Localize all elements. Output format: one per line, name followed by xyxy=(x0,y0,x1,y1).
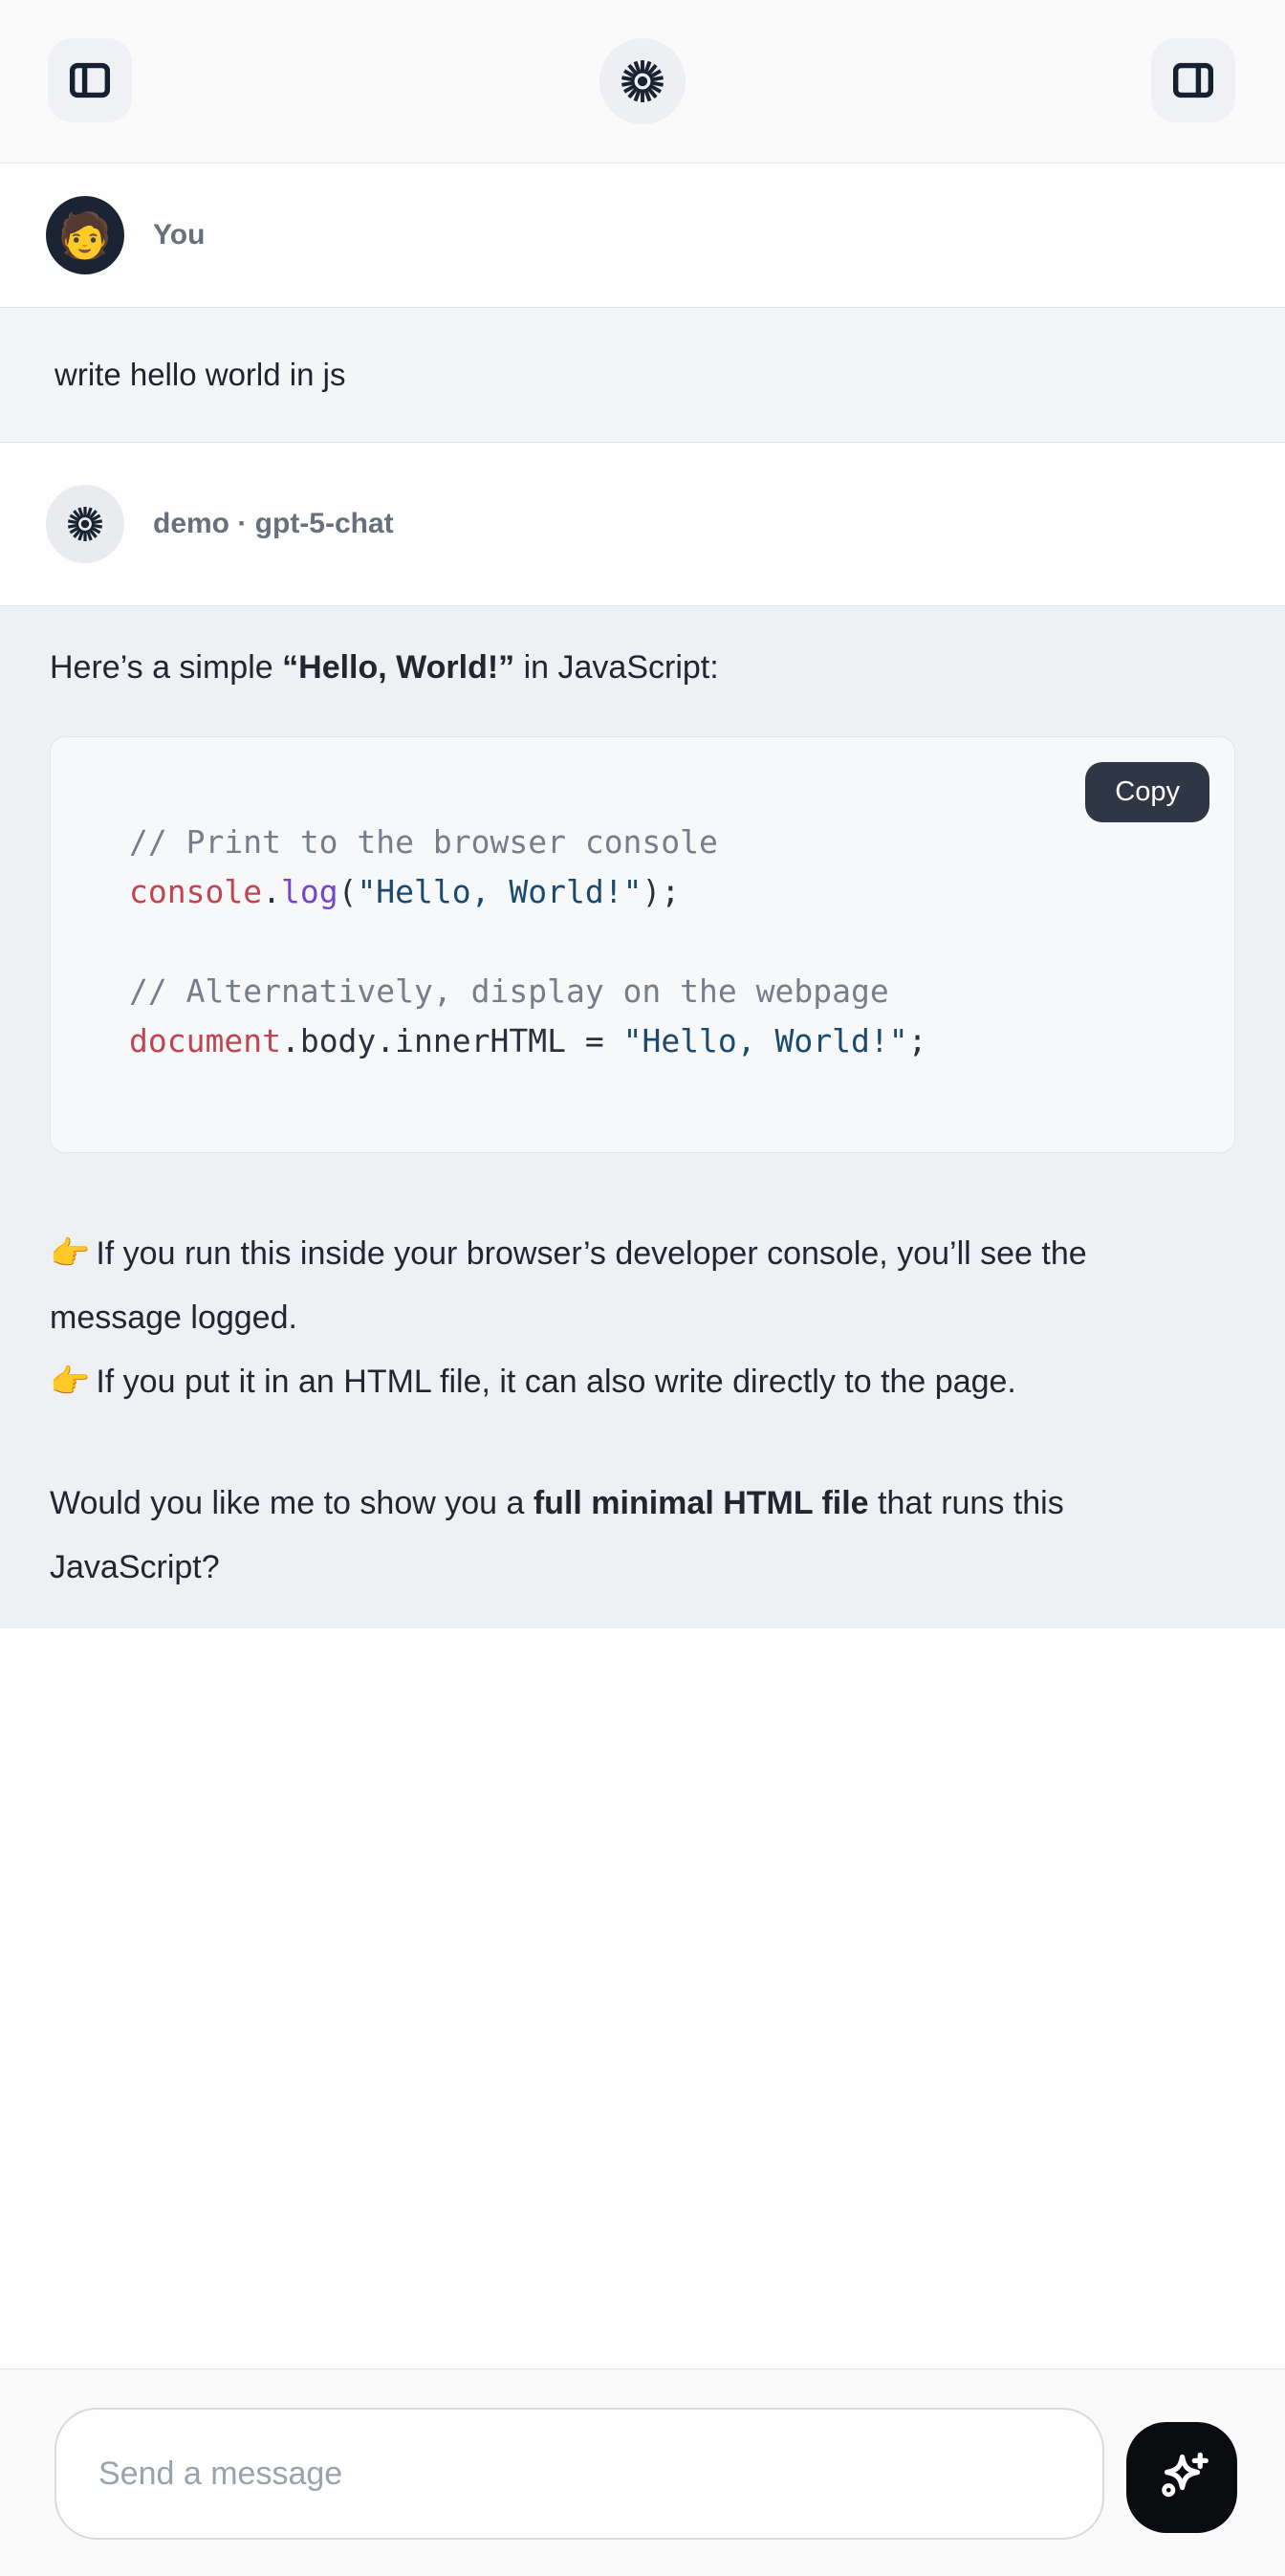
note-text: If you put it in an HTML file, it can al… xyxy=(96,1364,1016,1400)
user-avatar: 🧑 xyxy=(46,196,124,274)
code-token: document xyxy=(129,1022,281,1059)
message-input[interactable] xyxy=(54,2408,1104,2540)
code-token: "Hello, World!" xyxy=(357,873,642,910)
sparkle-icon xyxy=(1150,2446,1213,2509)
code-token: ( xyxy=(338,873,358,910)
intro-prefix: Here’s a simple xyxy=(50,649,282,686)
intro-suffix: in JavaScript: xyxy=(514,649,719,686)
top-bar xyxy=(0,0,1285,164)
pointer-emoji: 👉 xyxy=(50,1235,90,1272)
note-line: 👉If you run this inside your browser’s d… xyxy=(50,1222,1121,1350)
user-turn-header: 🧑 You xyxy=(0,164,1285,307)
send-button[interactable] xyxy=(1126,2422,1237,2533)
note-line: 👉If you put it in an HTML file, it can a… xyxy=(50,1350,1121,1414)
assistant-starburst-icon xyxy=(63,502,107,546)
user-message-bubble: write hello world in js xyxy=(0,307,1285,443)
note-text: If you run this inside your browser’s de… xyxy=(50,1235,1087,1336)
model-menu-button[interactable] xyxy=(599,38,686,124)
assistant-avatar xyxy=(46,485,124,563)
user-author-label: You xyxy=(153,219,205,251)
starburst-icon xyxy=(616,55,669,108)
user-message-text: write hello world in js xyxy=(54,357,345,393)
assistant-author-label: demo · gpt-5-chat xyxy=(153,508,394,540)
code-token: . xyxy=(262,873,281,910)
question-prefix: Would you like me to show you a xyxy=(50,1485,534,1521)
assistant-turn-header: demo · gpt-5-chat xyxy=(0,443,1285,605)
sidebar-toggle-button[interactable] xyxy=(48,38,132,122)
code-token: // Alternatively, display on the webpage xyxy=(129,972,889,1010)
assistant-question-paragraph: Would you like me to show you a full min… xyxy=(50,1472,1121,1600)
question-bold: full minimal HTML file xyxy=(534,1485,869,1521)
panel-right-icon xyxy=(1169,56,1217,104)
code-token: ); xyxy=(642,873,680,910)
code-token: console xyxy=(129,873,262,910)
user-avatar-emoji: 🧑 xyxy=(57,213,112,257)
code-token: // Print to the browser console xyxy=(129,823,718,861)
composer-bar xyxy=(0,2369,1285,2576)
intro-bold: “Hello, World!” xyxy=(282,649,514,686)
copy-code-button[interactable]: Copy xyxy=(1085,762,1209,822)
panel-left-icon xyxy=(66,56,114,104)
code-token: ; xyxy=(908,1022,927,1059)
code-block: Copy // Print to the browser console con… xyxy=(50,736,1235,1153)
code-token: "Hello, World!" xyxy=(623,1022,908,1059)
assistant-notes: 👉If you run this inside your browser’s d… xyxy=(50,1222,1235,1414)
code-token: .body.innerHTML = xyxy=(281,1022,623,1059)
pointer-emoji: 👉 xyxy=(50,1364,90,1400)
code-token: log xyxy=(281,873,338,910)
assistant-message-bubble: Here’s a simple “Hello, World!” in JavaS… xyxy=(0,605,1285,1628)
right-panel-toggle-button[interactable] xyxy=(1151,38,1235,122)
assistant-intro-paragraph: Here’s a simple “Hello, World!” in JavaS… xyxy=(50,646,1235,688)
code-content: // Print to the browser console console.… xyxy=(129,818,1206,1066)
